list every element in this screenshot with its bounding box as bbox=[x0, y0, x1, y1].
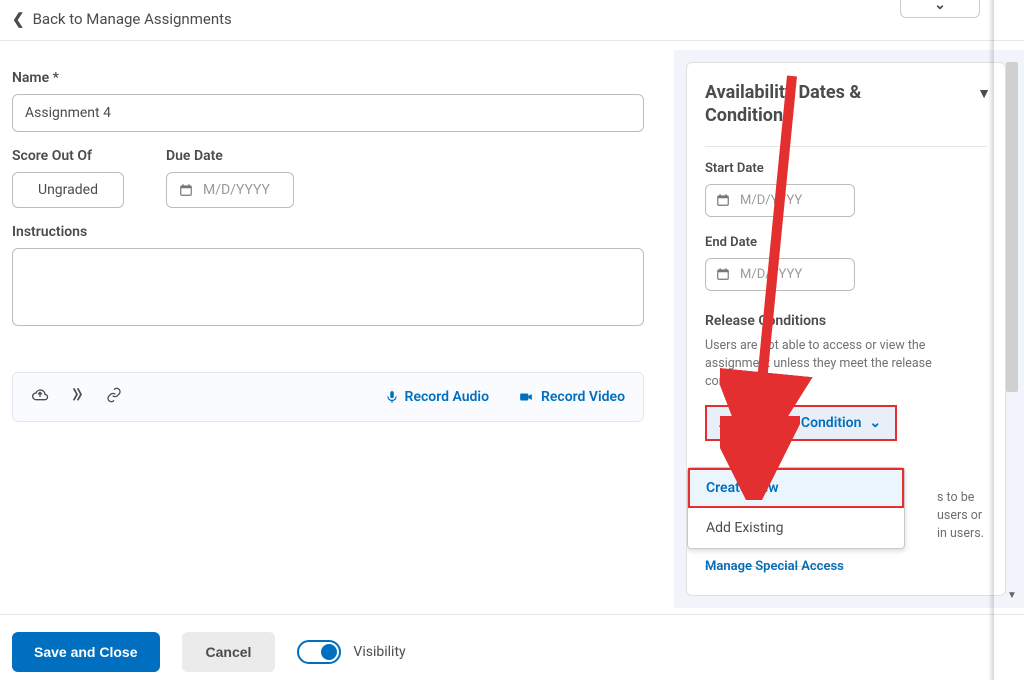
due-date-input[interactable]: M/D/YYYY bbox=[166, 172, 294, 208]
cancel-button[interactable]: Cancel bbox=[182, 632, 276, 672]
release-condition-dropdown: Create New Add Existing bbox=[687, 467, 905, 549]
chevron-down-icon: ⌄ bbox=[934, 0, 946, 13]
record-video-button[interactable]: Record Video bbox=[517, 389, 625, 405]
visibility-label: Visibility bbox=[353, 644, 405, 660]
instructions-input[interactable] bbox=[12, 248, 644, 326]
top-dropdown[interactable]: ⌄ bbox=[900, 0, 980, 18]
add-existing-option[interactable]: Add Existing bbox=[688, 508, 904, 548]
due-date-placeholder: M/D/YYYY bbox=[203, 182, 270, 198]
name-label: Name * bbox=[12, 70, 652, 86]
back-to-manage-link[interactable]: ❮ Back to Manage Assignments bbox=[12, 10, 232, 28]
score-input[interactable]: Ungraded bbox=[12, 172, 124, 208]
upload-icon[interactable] bbox=[31, 387, 49, 407]
end-date-input[interactable]: M/D/YYYY bbox=[705, 258, 855, 291]
save-and-close-button[interactable]: Save and Close bbox=[12, 632, 160, 672]
chevron-left-icon: ❮ bbox=[12, 10, 25, 28]
calendar-icon bbox=[716, 267, 730, 281]
create-new-option[interactable]: Create New bbox=[688, 468, 904, 508]
manage-special-access-link[interactable]: Manage Special Access bbox=[705, 559, 844, 574]
calendar-icon bbox=[716, 193, 730, 207]
microphone-icon bbox=[385, 389, 399, 405]
back-label: Back to Manage Assignments bbox=[33, 10, 232, 28]
scroll-down-icon[interactable]: ▼ bbox=[1005, 590, 1019, 604]
release-help-text: Users are not able to access or view the… bbox=[705, 337, 987, 391]
chevron-down-icon: ⌄ bbox=[869, 415, 881, 431]
start-date-label: Start Date bbox=[705, 161, 987, 176]
start-date-input[interactable]: M/D/YYYY bbox=[705, 184, 855, 217]
link-icon[interactable] bbox=[105, 387, 123, 407]
partially-hidden-text: s to be users or in users. bbox=[937, 489, 989, 543]
shadow-decoration bbox=[988, 0, 994, 680]
add-release-condition-button[interactable]: Add Release Condition ⌄ bbox=[705, 405, 897, 441]
name-input[interactable] bbox=[12, 94, 644, 132]
record-audio-button[interactable]: Record Audio bbox=[385, 389, 489, 405]
instructions-label: Instructions bbox=[12, 224, 652, 240]
scrollbar[interactable] bbox=[1006, 62, 1018, 392]
end-date-label: End Date bbox=[705, 235, 987, 250]
score-label: Score Out Of bbox=[12, 148, 124, 164]
visibility-toggle[interactable] bbox=[297, 640, 341, 664]
video-icon bbox=[517, 390, 535, 404]
calendar-icon bbox=[179, 183, 193, 197]
release-conditions-heading: Release Conditions bbox=[705, 313, 987, 329]
due-date-label: Due Date bbox=[166, 148, 294, 164]
quicklink-icon[interactable] bbox=[69, 387, 85, 407]
divider bbox=[705, 146, 987, 147]
availability-heading: Availability Dates & Conditions bbox=[705, 81, 885, 128]
